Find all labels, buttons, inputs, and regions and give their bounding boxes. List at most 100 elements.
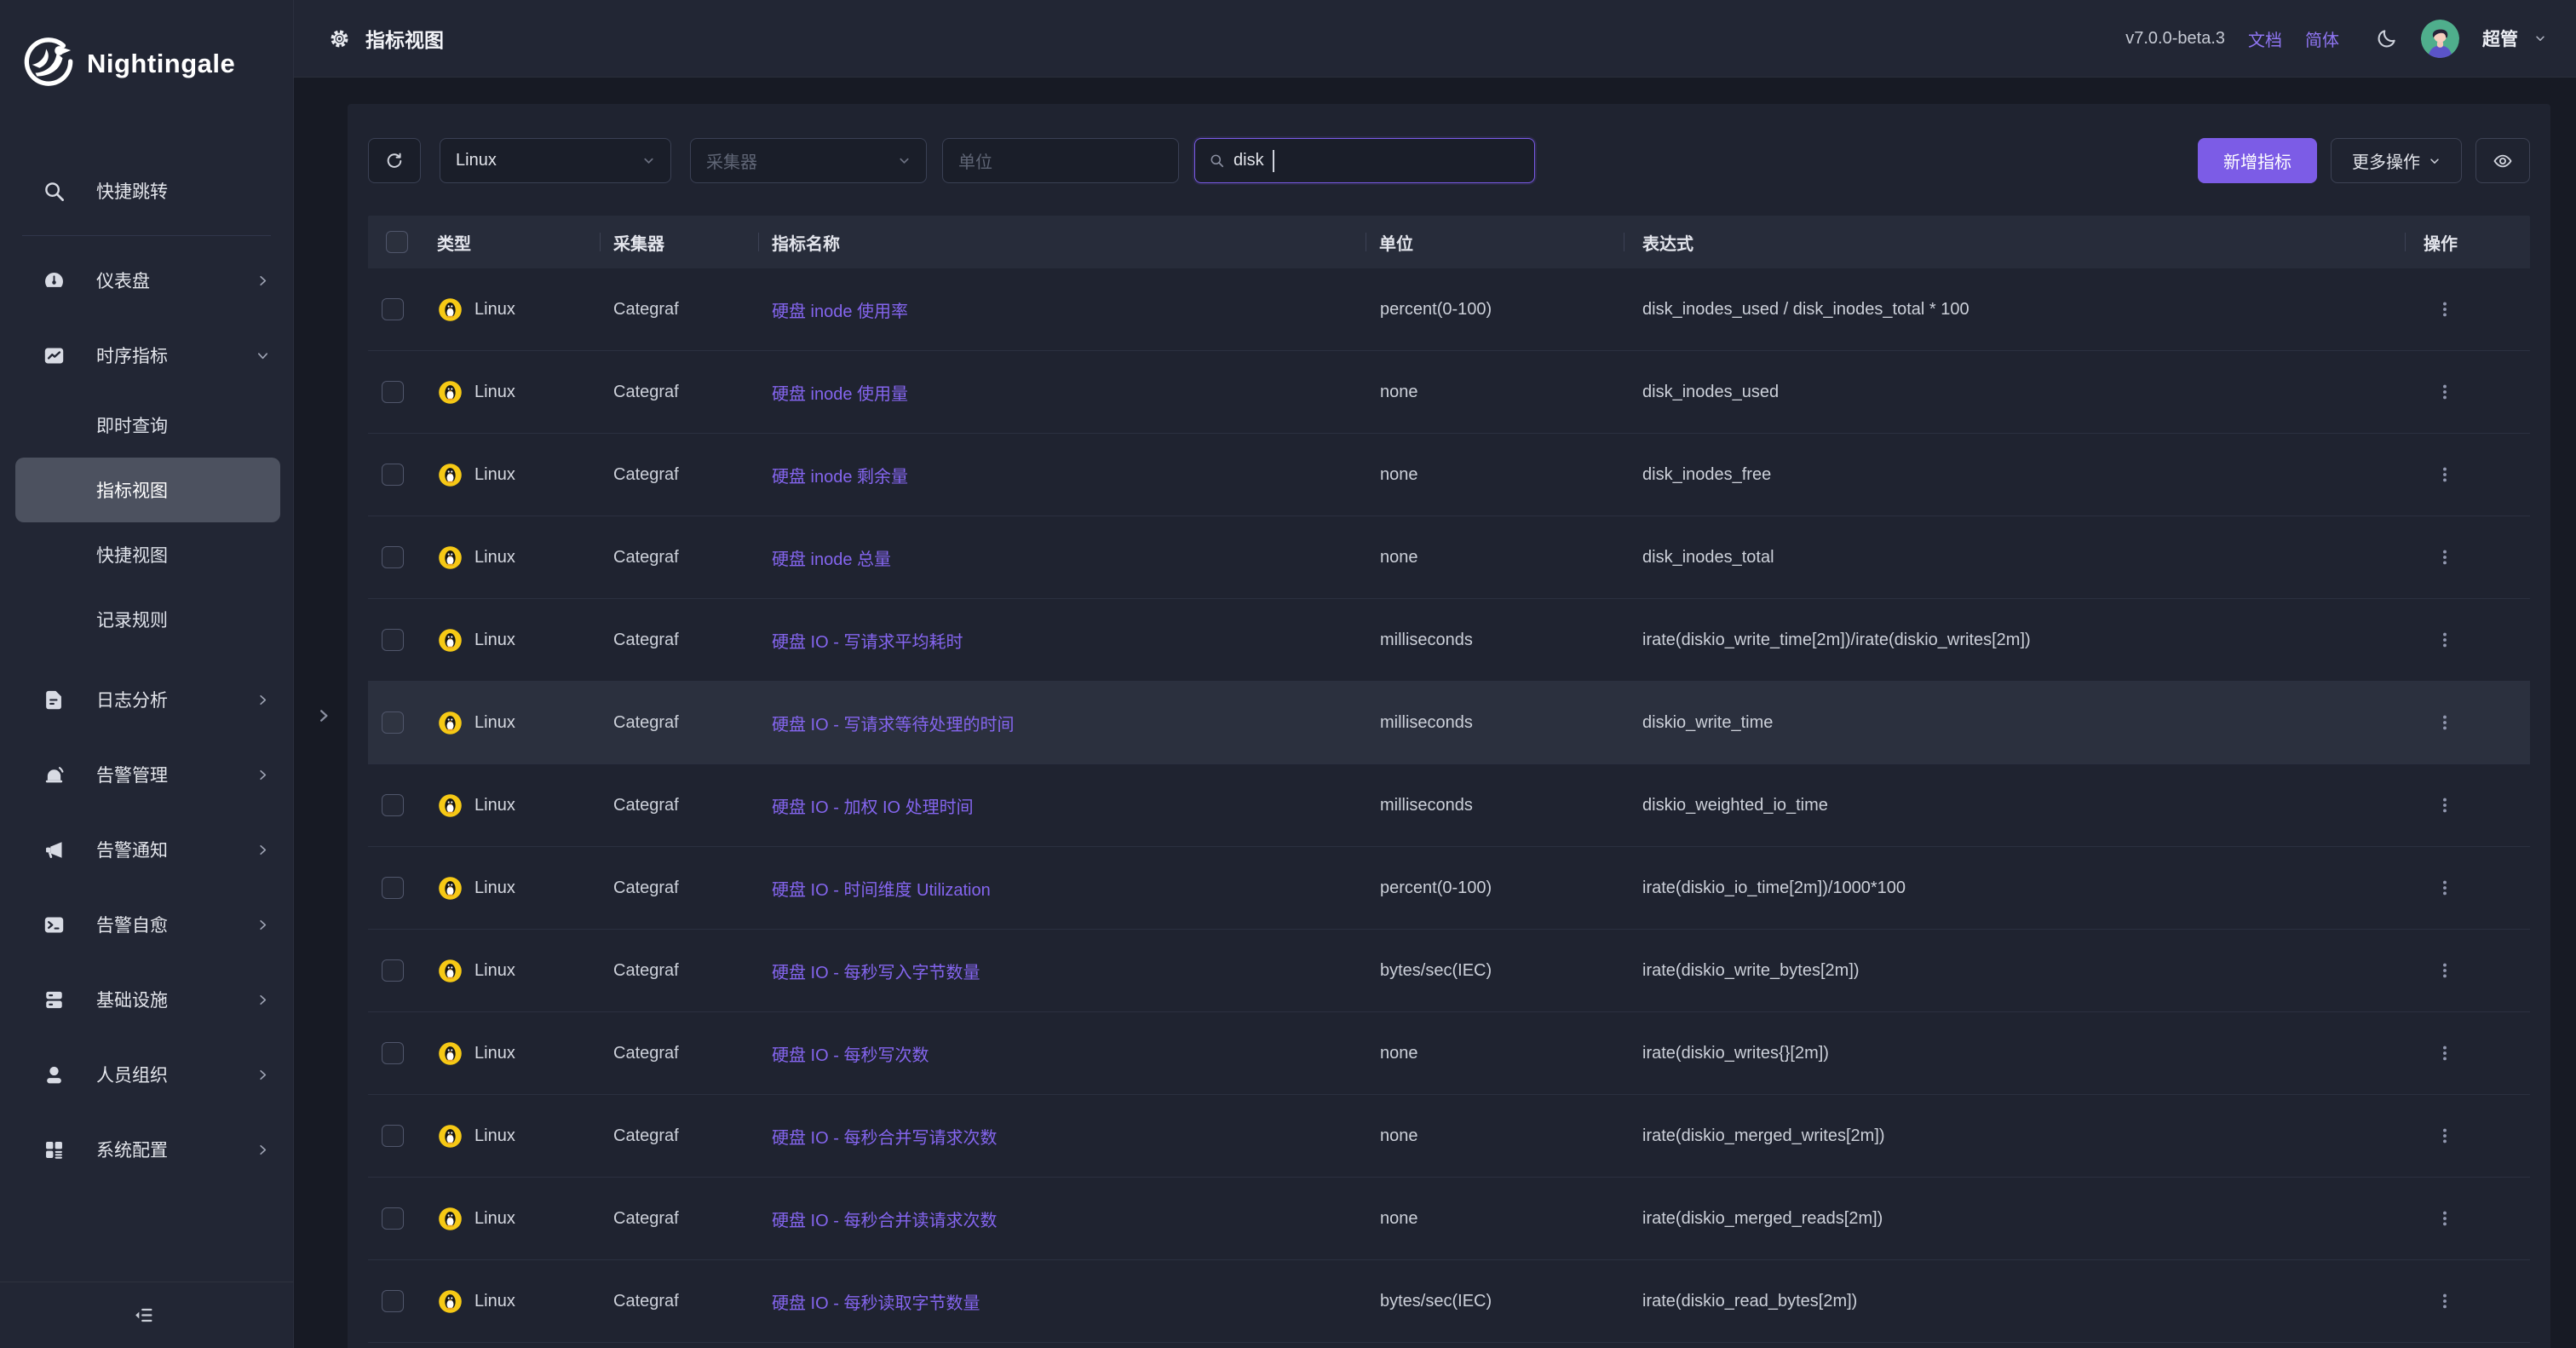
toggle-columns-button[interactable] xyxy=(2475,138,2530,183)
unit-input[interactable]: 单位 xyxy=(942,138,1179,183)
row-more-icon[interactable] xyxy=(2435,1126,2454,1145)
table-row[interactable]: Linux Categraf 硬盘 IO - 每秒合并读请求次数 none ir… xyxy=(368,1178,2530,1260)
row-more-icon[interactable] xyxy=(2435,961,2454,980)
row-checkbox[interactable] xyxy=(382,298,404,320)
sidebar-subitem-记录规则[interactable]: 记录规则 xyxy=(15,587,280,652)
sidebar-subitem-指标视图[interactable]: 指标视图 xyxy=(15,458,280,522)
collector-label: Categraf xyxy=(600,1178,758,1259)
metric-name-link[interactable]: 硬盘 inode 剩余量 xyxy=(772,463,908,487)
sidebar-item-people-org[interactable]: 人员组织 xyxy=(0,1037,293,1112)
search-input[interactable]: disk xyxy=(1194,138,1535,183)
sidebar-item-time-series[interactable]: 时序指标 xyxy=(0,318,293,393)
row-more-icon[interactable] xyxy=(2435,383,2454,401)
avatar[interactable] xyxy=(2421,20,2459,58)
metric-name-link[interactable]: 硬盘 inode 使用量 xyxy=(772,380,908,405)
sidebar-divider xyxy=(22,235,271,236)
row-checkbox[interactable] xyxy=(382,381,404,403)
row-more-icon[interactable] xyxy=(2435,631,2454,649)
row-checkbox[interactable] xyxy=(382,1290,404,1312)
dark-mode-moon-icon[interactable] xyxy=(2376,27,2398,49)
table-row[interactable]: Linux Categraf 硬盘 IO - 每秒写入字节数量 bytes/se… xyxy=(368,930,2530,1012)
type-label: Linux xyxy=(474,300,515,320)
language-link[interactable]: 简体 xyxy=(2305,26,2339,51)
type-label: Linux xyxy=(474,1126,515,1146)
row-more-icon[interactable] xyxy=(2435,879,2454,897)
row-checkbox[interactable] xyxy=(382,959,404,982)
row-checkbox[interactable] xyxy=(382,464,404,486)
refresh-button[interactable] xyxy=(368,138,421,183)
sidebar-item-alert-manage[interactable]: 告警管理 xyxy=(0,737,293,812)
row-checkbox[interactable] xyxy=(382,711,404,734)
row-more-icon[interactable] xyxy=(2435,796,2454,815)
select-all-checkbox[interactable] xyxy=(386,231,408,253)
sidebar-item-log-analysis[interactable]: 日志分析 xyxy=(0,662,293,737)
row-more-icon[interactable] xyxy=(2435,1292,2454,1311)
sidebar-subitem-快捷视图[interactable]: 快捷视图 xyxy=(15,522,280,587)
table-row[interactable]: Linux Categraf 硬盘 inode 总量 none disk_ino… xyxy=(368,516,2530,599)
table-row[interactable]: Linux Categraf 硬盘 IO - 写请求等待处理的时间 millis… xyxy=(368,682,2530,764)
metric-name-link[interactable]: 硬盘 IO - 每秒合并写请求次数 xyxy=(772,1124,997,1149)
row-checkbox[interactable] xyxy=(382,1125,404,1147)
collector-select[interactable]: 采集器 xyxy=(690,138,927,183)
table-row[interactable]: Linux Categraf 硬盘 inode 剩余量 none disk_in… xyxy=(368,434,2530,516)
metric-name-link[interactable]: 硬盘 IO - 加权 IO 处理时间 xyxy=(772,793,974,818)
row-more-icon[interactable] xyxy=(2435,1209,2454,1228)
metric-name-link[interactable]: 硬盘 IO - 每秒写入字节数量 xyxy=(772,959,980,983)
sidebar-item-system-config[interactable]: 系统配置 xyxy=(0,1112,293,1187)
type-label: Linux xyxy=(474,1292,515,1311)
collector-label: Categraf xyxy=(600,1012,758,1094)
collector-label: Categraf xyxy=(600,682,758,763)
table-row[interactable]: Linux Categraf 硬盘 inode 使用率 percent(0-10… xyxy=(368,268,2530,351)
sidebar-item-infrastructure[interactable]: 基础设施 xyxy=(0,962,293,1037)
metric-name-link[interactable]: 硬盘 inode 使用率 xyxy=(772,297,908,322)
row-more-icon[interactable] xyxy=(2435,465,2454,484)
linux-icon xyxy=(438,545,463,570)
table-row[interactable]: Linux Categraf 硬盘 IO - 加权 IO 处理时间 millis… xyxy=(368,764,2530,847)
table-row[interactable]: Linux Categraf 硬盘 IO - 时间维度 Utilization … xyxy=(368,847,2530,930)
row-checkbox[interactable] xyxy=(382,1207,404,1230)
row-checkbox[interactable] xyxy=(382,546,404,568)
type-label: Linux xyxy=(474,383,515,402)
sidebar-subitem-即时查询[interactable]: 即时查询 xyxy=(15,393,280,458)
docs-link[interactable]: 文档 xyxy=(2248,26,2282,51)
sidebar-item-quick-jump[interactable]: 快捷跳转 xyxy=(0,153,293,228)
collapse-sidebar-icon[interactable] xyxy=(133,1304,156,1327)
metric-name-link[interactable]: 硬盘 IO - 时间维度 Utilization xyxy=(772,876,991,901)
row-more-icon[interactable] xyxy=(2435,1044,2454,1063)
sidebar-item-alert-selfheal[interactable]: 告警自愈 xyxy=(0,887,293,962)
chevron-right-icon xyxy=(256,1143,269,1156)
row-checkbox[interactable] xyxy=(382,794,404,816)
table-row[interactable]: Linux Categraf 硬盘 IO - 写请求平均耗时 milliseco… xyxy=(368,599,2530,682)
type-label: Linux xyxy=(474,465,515,485)
metric-name-link[interactable]: 硬盘 IO - 每秒合并读请求次数 xyxy=(772,1207,997,1231)
brand-logo[interactable]: Nightingale xyxy=(0,0,293,128)
row-more-icon[interactable] xyxy=(2435,300,2454,319)
row-more-icon[interactable] xyxy=(2435,713,2454,732)
metric-name-link[interactable]: 硬盘 IO - 每秒读取字节数量 xyxy=(772,1289,980,1314)
linux-icon xyxy=(438,711,463,735)
sidebar-item-dashboards[interactable]: 仪表盘 xyxy=(0,243,293,318)
row-checkbox[interactable] xyxy=(382,629,404,651)
chevron-down-icon[interactable] xyxy=(2534,32,2546,44)
column-header-collector: 采集器 xyxy=(600,216,758,268)
add-metric-button[interactable]: 新增指标 xyxy=(2198,138,2317,183)
row-checkbox[interactable] xyxy=(382,1042,404,1064)
table-row[interactable]: Linux Categraf 硬盘 IO - 每秒合并写请求次数 none ir… xyxy=(368,1095,2530,1178)
metric-name-link[interactable]: 硬盘 IO - 写请求等待处理的时间 xyxy=(772,711,1014,735)
type-select[interactable]: Linux xyxy=(440,138,671,183)
table-row[interactable]: Linux Categraf 硬盘 IO - 每秒读取字节数量 bytes/se… xyxy=(368,1260,2530,1343)
table-row[interactable]: Linux Categraf 硬盘 IO - 每秒写次数 none irate(… xyxy=(368,1012,2530,1095)
linux-icon xyxy=(438,1289,463,1314)
row-checkbox[interactable] xyxy=(382,877,404,899)
gear-icon[interactable] xyxy=(328,27,351,50)
username-label[interactable]: 超管 xyxy=(2482,26,2518,51)
expression-label: disk_inodes_free xyxy=(1624,434,2405,516)
more-actions-button[interactable]: 更多操作 xyxy=(2331,138,2462,183)
row-more-icon[interactable] xyxy=(2435,548,2454,567)
metric-name-link[interactable]: 硬盘 IO - 每秒写次数 xyxy=(772,1041,929,1066)
sidebar-item-alert-notify[interactable]: 告警通知 xyxy=(0,812,293,887)
metric-name-link[interactable]: 硬盘 IO - 写请求平均耗时 xyxy=(772,628,963,653)
table-row[interactable]: Linux Categraf 硬盘 inode 使用量 none disk_in… xyxy=(368,351,2530,434)
metric-name-link[interactable]: 硬盘 inode 总量 xyxy=(772,545,891,570)
sidebar-collapse-handle-icon[interactable] xyxy=(316,708,331,723)
